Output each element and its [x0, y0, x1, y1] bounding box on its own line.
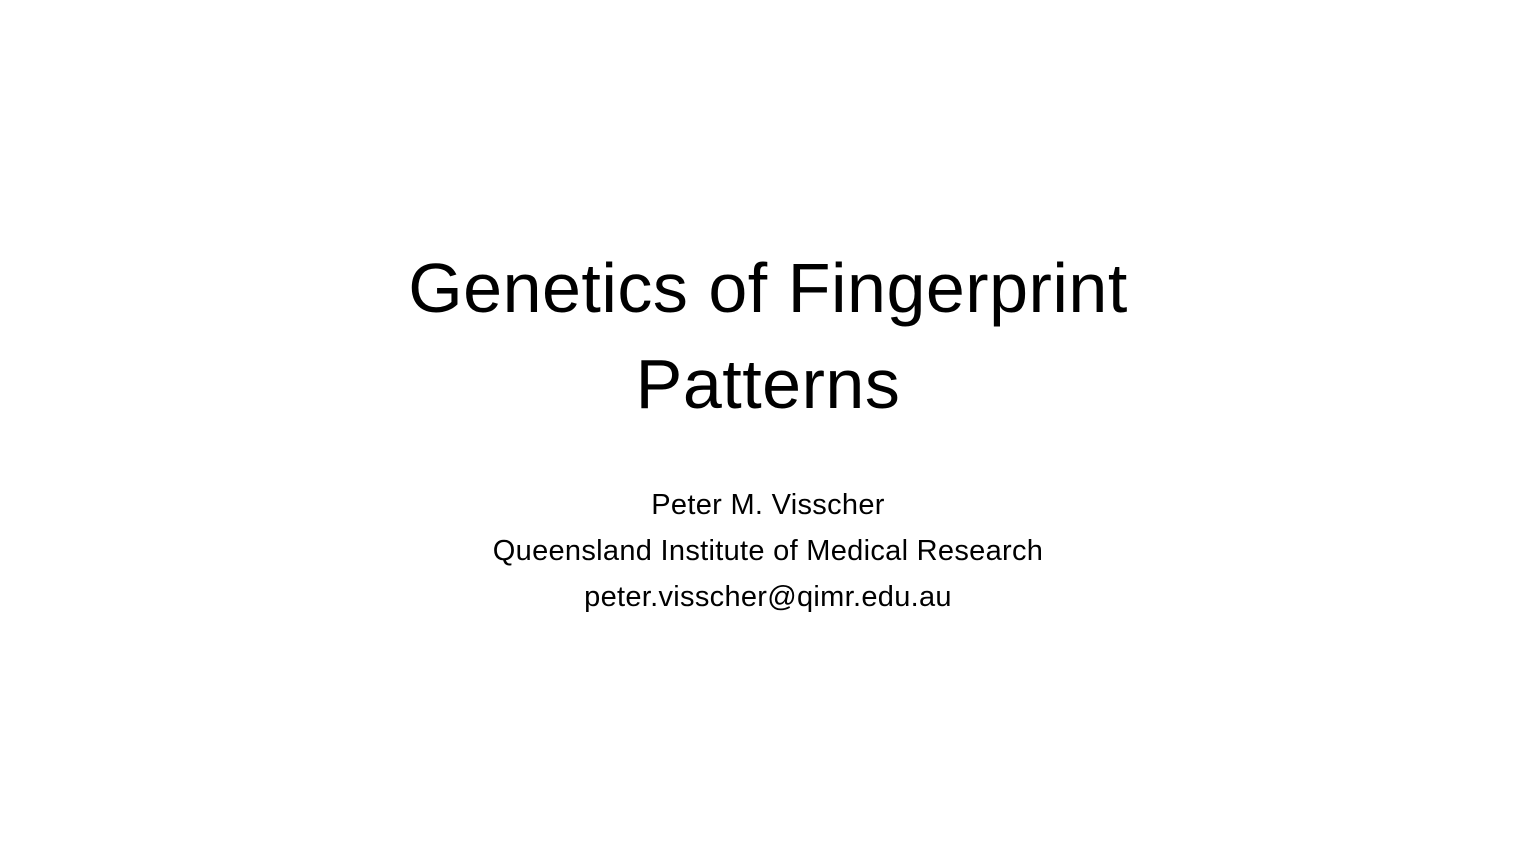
slide-title-line-1: Genetics of Fingerprint: [408, 249, 1128, 327]
author-email: peter.visscher@qimr.edu.au: [584, 581, 952, 613]
author-name: Peter M. Visscher: [651, 489, 885, 521]
institution-name: Queensland Institute of Medical Research: [492, 535, 1044, 567]
slide-title-line-2: Patterns: [635, 345, 901, 423]
title-slide: Genetics of Fingerprint Patterns Peter M…: [0, 0, 1536, 864]
